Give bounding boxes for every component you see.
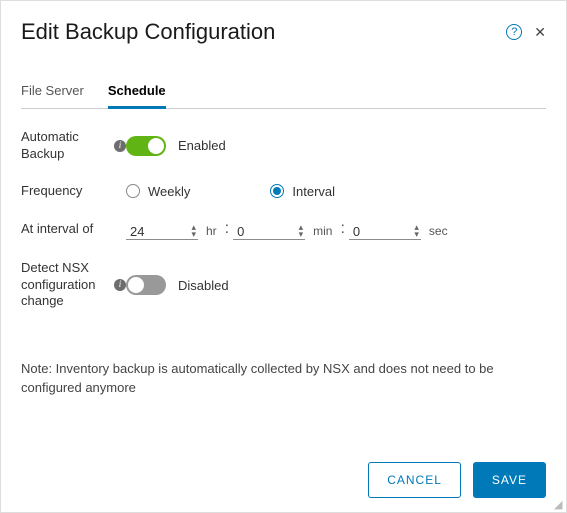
sec-value[interactable]: 0 (353, 224, 393, 239)
control-automatic-backup: Enabled (126, 136, 546, 156)
note-text: Note: Inventory backup is automatically … (21, 360, 546, 396)
footer: CANCEL SAVE (368, 462, 546, 498)
label-automatic-backup: Automatic Backup i (21, 129, 126, 163)
dialog-header: Edit Backup Configuration ? ✕ (1, 1, 566, 55)
chevron-down-icon[interactable]: ▾ (414, 231, 419, 238)
row-detect: Detect NSX configuration change i Disabl… (21, 260, 546, 311)
toggle-detect[interactable] (126, 275, 166, 295)
help-icon[interactable]: ? (506, 24, 522, 40)
label-text: Automatic Backup (21, 129, 110, 163)
control-frequency: Weekly Interval (126, 184, 546, 199)
row-interval: At interval of 24 ▴▾ hr : 0 ▴▾ min : 0 ▴… (21, 220, 546, 240)
toggle-knob (128, 277, 144, 293)
chevron-down-icon[interactable]: ▾ (191, 231, 196, 238)
spinner-min[interactable]: ▴▾ (299, 224, 304, 238)
header-icons: ? ✕ (506, 24, 546, 41)
field-min[interactable]: 0 ▴▾ (233, 224, 305, 240)
toggle-automatic-backup[interactable] (126, 136, 166, 156)
cancel-button[interactable]: CANCEL (368, 462, 461, 498)
tab-file-server[interactable]: File Server (21, 75, 84, 109)
spinner-sec[interactable]: ▴▾ (414, 224, 419, 238)
form: Automatic Backup i Enabled Frequency Wee… (1, 109, 566, 350)
radio-circle-icon (126, 184, 140, 198)
label-frequency: Frequency (21, 183, 126, 200)
save-button[interactable]: SAVE (473, 462, 546, 498)
radio-label: Interval (292, 184, 335, 199)
toggle-status: Enabled (178, 138, 226, 153)
spinner-hr[interactable]: ▴▾ (191, 224, 196, 238)
row-frequency: Frequency Weekly Interval (21, 183, 546, 200)
toggle-knob (148, 138, 164, 154)
dialog-title: Edit Backup Configuration (21, 19, 275, 45)
hr-value[interactable]: 24 (130, 224, 170, 239)
info-icon[interactable]: i (114, 140, 126, 152)
control-detect: Disabled (126, 275, 546, 295)
unit-min: min (309, 224, 336, 240)
unit-sec: sec (425, 224, 452, 240)
radio-weekly[interactable]: Weekly (126, 184, 190, 199)
label-detect: Detect NSX configuration change i (21, 260, 126, 311)
min-value[interactable]: 0 (237, 224, 277, 239)
radio-label: Weekly (148, 184, 190, 199)
resize-grip-icon: ◢ (554, 500, 565, 511)
chevron-down-icon[interactable]: ▾ (299, 231, 304, 238)
field-hr[interactable]: 24 ▴▾ (126, 224, 198, 240)
tabs: File Server Schedule (21, 75, 546, 109)
tab-schedule[interactable]: Schedule (108, 75, 166, 109)
close-icon[interactable]: ✕ (534, 24, 546, 41)
toggle-status: Disabled (178, 278, 229, 293)
separator: : (225, 220, 229, 240)
radio-circle-icon (270, 184, 284, 198)
field-sec[interactable]: 0 ▴▾ (349, 224, 421, 240)
label-text: Detect NSX configuration change (21, 260, 110, 311)
control-interval: 24 ▴▾ hr : 0 ▴▾ min : 0 ▴▾ sec (126, 220, 546, 240)
separator: : (340, 220, 344, 240)
label-interval: At interval of (21, 221, 126, 238)
dialog: Edit Backup Configuration ? ✕ File Serve… (0, 0, 567, 513)
info-icon[interactable]: i (114, 279, 126, 291)
radio-interval[interactable]: Interval (270, 184, 335, 199)
unit-hr: hr (202, 224, 221, 240)
row-automatic-backup: Automatic Backup i Enabled (21, 129, 546, 163)
radio-dot-icon (273, 187, 281, 195)
